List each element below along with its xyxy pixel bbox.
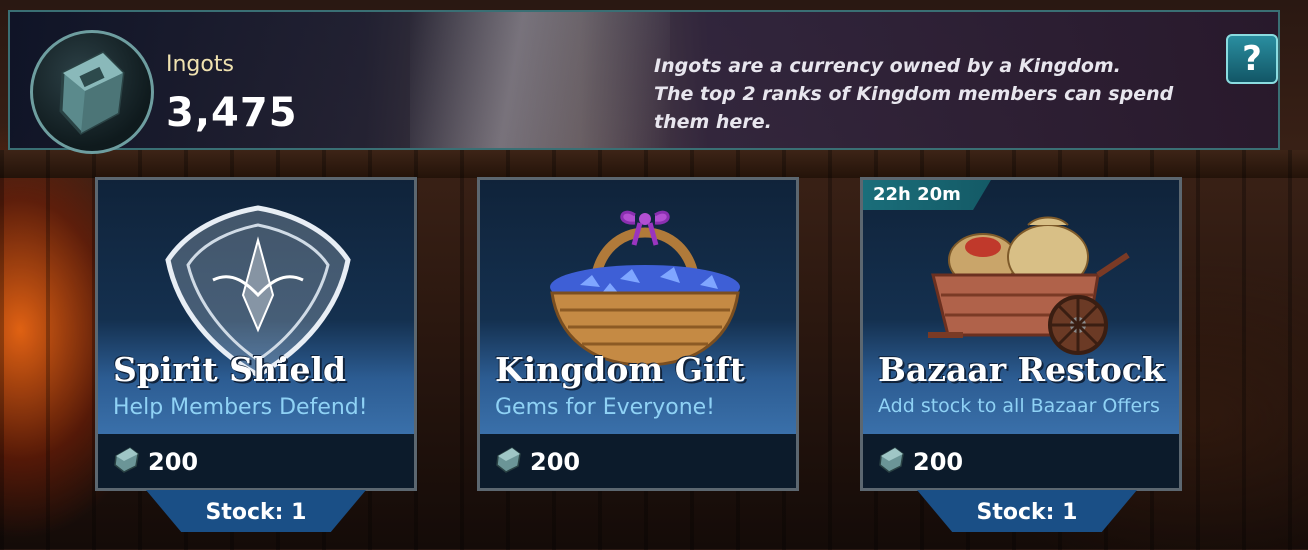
info-line: The top 2 ranks of Kingdom members can s…	[654, 83, 1174, 105]
price-row: 200	[863, 434, 1179, 488]
currency-name: Ingots	[166, 52, 234, 77]
price-row: 200	[98, 434, 414, 488]
timer-badge: 22h 20m	[863, 180, 991, 210]
stock-label: Stock: 1	[146, 490, 366, 532]
help-button[interactable]: ?	[1226, 34, 1278, 84]
stock-label: Stock: 1	[917, 490, 1137, 532]
price-value: 200	[913, 448, 964, 476]
shop-card-spirit-shield[interactable]: Spirit Shield Help Members Defend! 200	[95, 177, 417, 491]
price-row: 200	[480, 434, 796, 488]
price-value: 200	[530, 448, 581, 476]
ingot-icon	[59, 51, 125, 135]
card-subtitle: Help Members Defend!	[113, 395, 368, 420]
ingot-badge	[30, 30, 154, 154]
ingot-icon	[879, 447, 904, 473]
card-title: Kingdom Gift	[495, 350, 745, 389]
shop-card-kingdom-gift[interactable]: Kingdom Gift Gems for Everyone! 200	[477, 177, 799, 491]
currency-header: Ingots 3,475 Ingots are a currency owned…	[8, 10, 1280, 154]
card-subtitle: Gems for Everyone!	[495, 395, 715, 420]
shop-card-bazaar-restock[interactable]: 22h 20m Bazaar Restock Add stock to all …	[860, 177, 1182, 491]
card-subtitle: Add stock to all Bazaar Offers	[878, 395, 1160, 417]
currency-info: Ingots are a currency owned by a Kingdom…	[654, 52, 1174, 136]
info-line: Ingots are a currency owned by a Kingdom…	[654, 55, 1121, 77]
card-title: Bazaar Restock	[878, 350, 1165, 389]
ingot-icon	[496, 447, 521, 473]
card-title: Spirit Shield	[113, 350, 347, 389]
price-value: 200	[148, 448, 199, 476]
currency-amount: 3,475	[166, 90, 298, 136]
info-line: them here.	[654, 111, 772, 133]
bazaar-cart-icon	[928, 216, 1130, 355]
ingot-icon	[114, 447, 139, 473]
